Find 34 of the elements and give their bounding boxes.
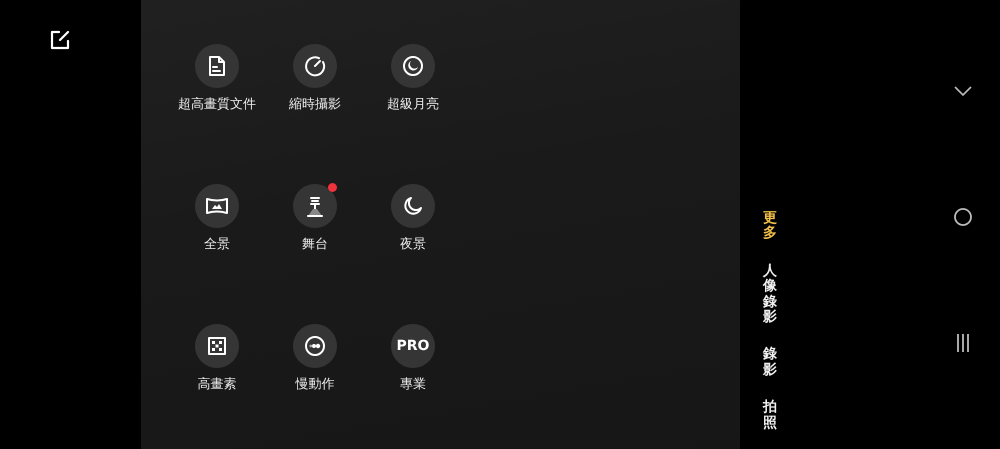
- timer-icon: [304, 55, 326, 77]
- mode-button[interactable]: [195, 184, 239, 228]
- pixel-grid-icon: [207, 336, 227, 356]
- mode-label: 專業: [399, 376, 427, 393]
- spotlight-icon: [305, 195, 325, 217]
- mode-button[interactable]: [293, 184, 337, 228]
- mode-button[interactable]: [195, 324, 239, 368]
- panorama-icon: [205, 196, 229, 216]
- mode-button[interactable]: [293, 324, 337, 368]
- home-button[interactable]: [954, 208, 972, 226]
- mode-tab[interactable]: 錄影: [763, 347, 777, 378]
- mode-button[interactable]: [195, 44, 239, 88]
- mode-label: 舞台: [301, 236, 329, 253]
- mode-label: 慢動作: [294, 376, 336, 393]
- edit-button[interactable]: [50, 30, 70, 50]
- mode-button[interactable]: [391, 44, 435, 88]
- mode-tab[interactable]: 拍照: [763, 400, 777, 431]
- mode-label: 超高畫質文件: [177, 96, 257, 113]
- slow-motion-icon: [304, 335, 326, 357]
- crescent-moon-icon: [402, 195, 424, 217]
- mode-button[interactable]: [391, 184, 435, 228]
- document-icon: [208, 55, 226, 77]
- mode-label: 夜景: [399, 236, 427, 253]
- pro-mode-button[interactable]: PRO: [391, 324, 435, 368]
- recent-apps-button[interactable]: [956, 334, 970, 352]
- chevron-down-icon[interactable]: [954, 86, 972, 96]
- mode-label: 全景: [203, 236, 231, 253]
- mode-tab[interactable]: 更多: [763, 211, 777, 242]
- mode-button[interactable]: [293, 44, 337, 88]
- mode-label: 高畫素: [196, 376, 238, 393]
- mode-tab[interactable]: 人像錄影: [763, 264, 777, 326]
- mode-label: 超級月亮: [386, 96, 440, 113]
- moon-icon: [402, 55, 424, 77]
- mode-label: 縮時攝影: [288, 96, 342, 113]
